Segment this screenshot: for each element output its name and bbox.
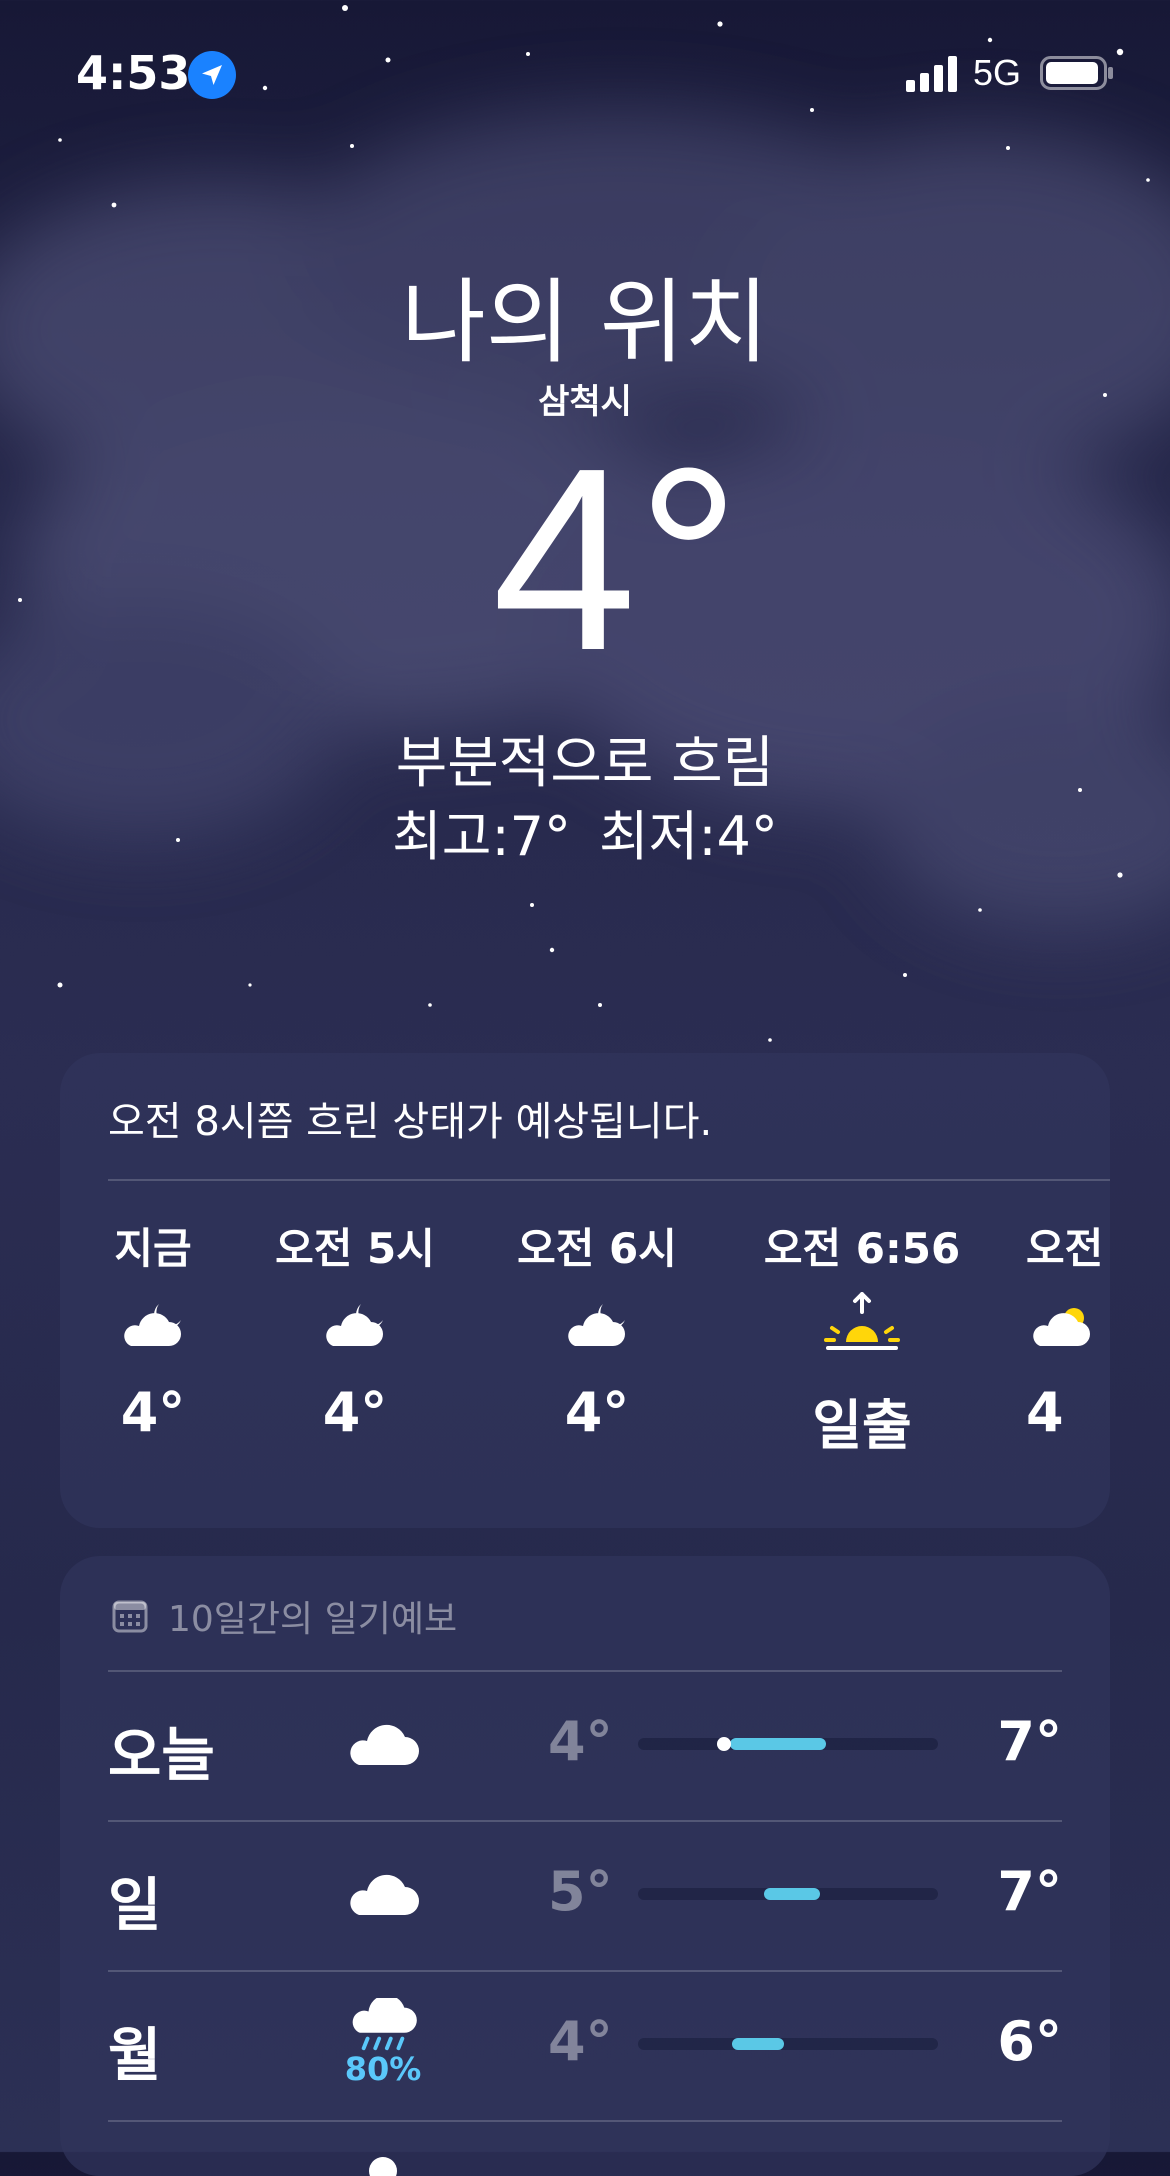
cloud-icon	[338, 2126, 428, 2176]
high-temp: 최고:7°	[392, 805, 571, 868]
forecast-day-row[interactable]	[108, 2120, 1062, 2176]
ten-day-header: 10일간의 일기예보	[112, 1590, 457, 1642]
ten-day-forecast-card[interactable]: 10일간의 일기예보 오늘 4° 7° 일 5° 7° 월 80% 4° 6°	[60, 1556, 1110, 2176]
cloud-moon-icon	[502, 1269, 692, 1379]
hour-item: 오전 6:56 일출	[754, 1215, 970, 1460]
day-label: 월	[108, 2021, 162, 2089]
hour-value: 4	[1026, 1381, 1064, 1444]
current-condition: 부분적으로 흐림	[395, 731, 775, 796]
cellular-signal-icon	[906, 56, 957, 92]
precipitation-chance: 80%	[344, 2050, 422, 2088]
hour-label: 오전 5시	[275, 1224, 435, 1273]
divider	[108, 1970, 1062, 1972]
forecast-day-row[interactable]: 일 5° 7°	[108, 1820, 1062, 1970]
forecast-day-row[interactable]: 오늘 4° 7°	[108, 1670, 1062, 1820]
cloud-moon-icon	[60, 1269, 248, 1379]
high-low: 최고:7° 최저:4°	[0, 792, 1170, 871]
divider	[108, 1820, 1062, 1822]
status-bar: 4:53 5G	[0, 0, 1170, 150]
high-temp: 6°	[997, 2010, 1062, 2073]
sunrise-icon	[754, 1269, 970, 1379]
status-time: 4:53	[76, 46, 191, 100]
hour-value: 4°	[322, 1381, 388, 1444]
hour-item: 오전 5시 4°	[260, 1215, 450, 1444]
battery-icon	[1040, 56, 1113, 90]
high-temp: 7°	[997, 1710, 1062, 1773]
temperature-range-bar	[638, 1888, 938, 1900]
range-fill	[764, 1888, 820, 1900]
cloud-sun-icon	[1026, 1269, 1110, 1379]
cloud-icon	[338, 1848, 428, 1938]
hour-label: 오전	[1026, 1224, 1104, 1273]
hour-item: 오전 4	[1026, 1215, 1110, 1444]
cloud-icon	[338, 1698, 428, 1788]
hour-label: 지금	[114, 1224, 192, 1273]
hour-item: 지금 4°	[60, 1215, 248, 1444]
cloud-rain-icon: 80%	[338, 1998, 428, 2088]
day-label: 일	[108, 1871, 162, 1939]
location-title: 나의 위치	[401, 269, 769, 376]
hour-item: 오전 6시 4°	[502, 1215, 692, 1444]
day-label: 오늘	[108, 1721, 215, 1789]
temperature-range-bar	[638, 2038, 938, 2050]
forecast-summary: 오전 8시쯤 흐린 상태가 예상됩니다.	[108, 1099, 713, 1145]
hour-label: 오전 6:56	[763, 1224, 961, 1273]
cloud-moon-icon	[260, 1269, 450, 1379]
ten-day-title: 10일간의 일기예보	[168, 1599, 458, 1640]
location-arrow-icon	[188, 51, 236, 99]
low-temp: 5°	[548, 1860, 613, 1923]
network-type: 5G	[973, 52, 1022, 93]
high-temp: 7°	[997, 1860, 1062, 1923]
divider	[108, 2120, 1062, 2122]
calendar-icon	[112, 1600, 148, 1633]
low-temp: 4°	[548, 2010, 613, 2073]
hour-label: 오전 6시	[517, 1224, 677, 1273]
temperature-range-bar	[638, 1737, 938, 1751]
forecast-day-row[interactable]: 월 80% 4° 6°	[108, 1970, 1062, 2120]
low-temp: 최저:4°	[599, 805, 778, 868]
hourly-forecast-card[interactable]: 오전 8시쯤 흐린 상태가 예상됩니다. 지금 4° 오전 5시 4° 오전 6…	[60, 1053, 1110, 1528]
hour-value: 4°	[564, 1381, 630, 1444]
range-fill	[730, 1738, 826, 1750]
low-temp: 4°	[548, 1710, 613, 1773]
current-temperature: 4°	[492, 415, 741, 705]
divider	[108, 1670, 1062, 1672]
current-temp-indicator	[717, 1737, 731, 1751]
hour-value: 일출	[812, 1394, 912, 1457]
divider	[108, 1179, 1110, 1181]
range-fill	[732, 2038, 784, 2050]
hour-value: 4°	[120, 1381, 186, 1444]
